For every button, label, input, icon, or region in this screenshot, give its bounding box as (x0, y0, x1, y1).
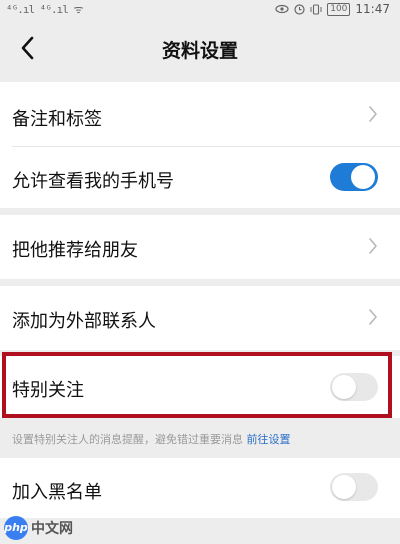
eye-icon (275, 4, 289, 14)
toggle-knob (332, 475, 356, 499)
highlight-frame (2, 352, 392, 418)
alarm-icon (294, 3, 305, 15)
battery-icon: 100 (327, 2, 351, 16)
row-label-remarks: 备注和标签 (12, 109, 102, 130)
allow-view-phone-toggle[interactable] (330, 163, 378, 191)
special-follow-hint: 设置特别关注人的消息提醒，避免错过重要消息 前往设置 (12, 431, 291, 447)
settings-row-external-contact[interactable]: 添加为外部联系人 (0, 286, 400, 350)
settings-group-contact: 备注和标签 允许查看我的手机号 (0, 82, 400, 208)
go-to-settings-link[interactable]: 前往设置 (247, 433, 291, 446)
watermark-text: 中文网 (31, 521, 73, 537)
status-bar: ⁴ᴳ.ıl ⁴ᴳ.ıl ᯤ 100 11:47 (0, 0, 400, 22)
chevron-right-icon[interactable] (368, 309, 378, 325)
settings-row-recommend[interactable]: 把他推荐给朋友 (0, 215, 400, 279)
row-label-blacklist: 加入黑名单 (12, 482, 102, 503)
hint-text: 设置特别关注人的消息提醒，避免错过重要消息 (12, 433, 243, 446)
signal-icon: ⁴ᴳ.ıl ⁴ᴳ.ıl ᯤ (6, 3, 84, 16)
nav-bar: 资料设置 (0, 22, 400, 72)
blacklist-toggle[interactable] (330, 473, 378, 501)
settings-row-blacklist: 加入黑名单 (0, 458, 400, 518)
row-label-allow-view-phone: 允许查看我的手机号 (12, 171, 174, 192)
watermark-logo: php (4, 516, 28, 540)
toggle-knob (351, 165, 375, 189)
row-label-external-contact: 添加为外部联系人 (12, 311, 156, 332)
page-title: 资料设置 (161, 40, 238, 62)
row-label-recommend: 把他推荐给朋友 (12, 240, 138, 261)
vibrate-icon (310, 3, 322, 15)
watermark: php 中文网 (4, 516, 73, 540)
status-indicators: 100 11:47 (275, 2, 390, 16)
chevron-right-icon[interactable] (368, 106, 378, 122)
chevron-right-icon[interactable] (368, 238, 378, 254)
divider (12, 146, 400, 147)
clock: 11:47 (355, 2, 390, 16)
